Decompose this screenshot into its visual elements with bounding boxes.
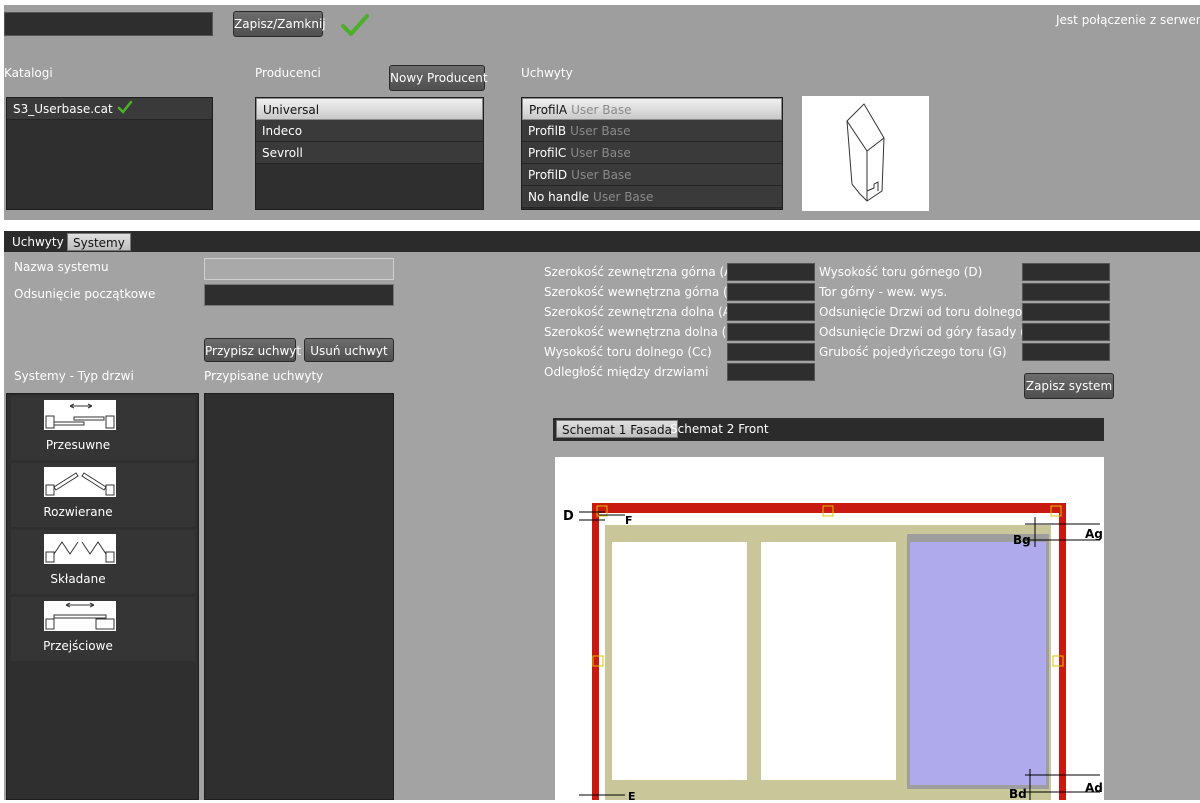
- param-label: Szerokość zewnętrzna górna (Ag): [544, 265, 745, 279]
- list-item[interactable]: Universal: [256, 98, 483, 120]
- tab-systems[interactable]: Systemy: [67, 233, 131, 251]
- param-label: Wysokość toru górnego (D): [819, 265, 983, 279]
- hinged-door-icon: [44, 467, 116, 497]
- param-label: Szerokość wewnętrzna górna (Bg): [544, 285, 749, 299]
- producers-list: Universal Indeco Sevroll: [255, 97, 484, 210]
- handle-source: User Base: [570, 146, 631, 160]
- assign-handle-button[interactable]: Przypisz uchwyt: [204, 338, 301, 362]
- tab-schema-facade[interactable]: Schemat 1 Fasada: [556, 420, 678, 438]
- param-input[interactable]: [1022, 263, 1110, 281]
- param-input[interactable]: [1022, 283, 1110, 301]
- system-item-passage[interactable]: Przejściowe: [11, 597, 195, 661]
- handle-name: No handle: [528, 190, 590, 204]
- door-panel-1: [612, 542, 747, 780]
- passage-door-icon: [44, 601, 116, 631]
- handle-source: User Base: [571, 103, 632, 117]
- schema-tab-strip: Schemat 1 Fasada Schemat 2 Front: [553, 418, 1104, 441]
- new-producer-button[interactable]: Nowy Producent: [389, 65, 488, 91]
- handle-name: ProfilD: [528, 168, 568, 182]
- system-item-folding[interactable]: Składane: [11, 530, 195, 594]
- handle-source: User Base: [570, 124, 631, 138]
- tab-schema-front[interactable]: Schemat 2 Front: [665, 420, 774, 438]
- catalogs-label: Katalogi: [4, 66, 53, 80]
- door-panel-2: [761, 542, 896, 780]
- schema-diagram: D F Bg Ag Bd Ad E: [555, 457, 1104, 803]
- param-label: Tor górny - wew. wys.: [819, 285, 948, 299]
- system-item-hinged[interactable]: Rozwierane: [11, 463, 195, 527]
- list-item[interactable]: ProfilA User Base: [522, 98, 782, 120]
- list-item[interactable]: ProfilD User Base: [522, 164, 782, 186]
- sliding-door-icon: [44, 400, 116, 430]
- tab-handles[interactable]: Uchwyty: [7, 233, 69, 251]
- catalogs-list: S3_Userbase.cat: [6, 97, 213, 210]
- param-label: Odsunięcie Drzwi od toru dolnego (E): [819, 305, 1043, 319]
- param-input[interactable]: [727, 323, 815, 341]
- param-input[interactable]: [1022, 343, 1110, 361]
- list-item[interactable]: No handle User Base: [522, 186, 782, 208]
- system-item-sliding[interactable]: Przesuwne: [11, 396, 195, 460]
- dimension-label-d: D: [563, 509, 574, 524]
- handle-source: User Base: [593, 190, 654, 204]
- assigned-handles-label: Przypisane uchwyty: [204, 369, 324, 383]
- catalog-name: S3_Userbase.cat: [13, 102, 113, 116]
- dimension-label-ag: Ag: [1085, 527, 1103, 541]
- systems-panel: Uchwyty Systemy Nazwa systemu Odsunięcie…: [4, 231, 1200, 803]
- handle-name: ProfilC: [528, 146, 567, 160]
- list-item[interactable]: S3_Userbase.cat: [7, 98, 212, 120]
- connection-status: Jest połączenie z serwerem: [1056, 13, 1200, 27]
- save-system-button[interactable]: Zapisz system: [1024, 373, 1114, 399]
- handle-name: ProfilA: [529, 103, 568, 117]
- catalog-panel: Zapisz/Zamknij Jest połączenie z serwere…: [4, 5, 1200, 220]
- list-item[interactable]: ProfilB User Base: [522, 120, 782, 142]
- check-icon: [117, 99, 133, 121]
- param-input[interactable]: [727, 263, 815, 281]
- assigned-handles-list[interactable]: [204, 393, 394, 800]
- list-item[interactable]: Indeco: [256, 120, 483, 142]
- handles-label: Uchwyty: [521, 66, 573, 80]
- param-label: Szerokość zewnętrzna dolna (Ad): [544, 305, 744, 319]
- param-label: Odległość między drzwiami: [544, 365, 709, 379]
- producers-label: Producenci: [255, 66, 321, 80]
- dimension-label-ad: Ad: [1085, 781, 1103, 795]
- list-item[interactable]: ProfilC User Base: [522, 142, 782, 164]
- start-offset-input[interactable]: [204, 284, 394, 306]
- search-input[interactable]: [4, 12, 213, 36]
- systems-list: Przesuwne Rozwierane Składane Przejściow…: [6, 393, 199, 800]
- system-name: Przesuwne: [45, 438, 111, 452]
- handle-source: User Base: [571, 168, 632, 182]
- system-name-label: Nazwa systemu: [14, 260, 109, 274]
- systems-door-type-label: Systemy - Typ drzwi: [14, 369, 134, 383]
- dimension-label-f: F: [625, 514, 633, 527]
- param-input[interactable]: [727, 283, 815, 301]
- start-offset-label: Odsunięcie początkowe: [14, 287, 156, 301]
- param-label: Odsunięcie Drzwi od góry fasady (F): [819, 325, 1037, 339]
- param-input[interactable]: [1022, 323, 1110, 341]
- save-close-button[interactable]: Zapisz/Zamknij: [233, 11, 326, 37]
- system-name: Składane: [50, 572, 106, 586]
- handles-list: ProfilA User Base ProfilB User Base Profil…: [521, 97, 783, 210]
- param-label: Szerokość wewnętrzna dolna (Bd): [544, 325, 747, 339]
- system-name: Rozwierane: [43, 505, 113, 519]
- tab-strip: Uchwyty Systemy: [4, 231, 1200, 252]
- param-label: Wysokość toru dolnego (Cc): [544, 345, 712, 359]
- param-label: Grubość pojedyńczego toru (G): [819, 345, 1007, 359]
- folding-door-icon: [44, 534, 116, 564]
- remove-handle-button[interactable]: Usuń uchwyt: [304, 338, 394, 362]
- dimension-label-bg: Bg: [1013, 533, 1031, 547]
- param-input[interactable]: [727, 363, 815, 381]
- system-name-input[interactable]: [204, 258, 394, 280]
- system-name: Przejściowe: [43, 639, 113, 653]
- list-item[interactable]: Sevroll: [256, 142, 483, 164]
- door-panel-3-fill: [910, 542, 1046, 785]
- param-input[interactable]: [727, 303, 815, 321]
- dimension-label-bd: Bd: [1009, 787, 1027, 800]
- param-input[interactable]: [1022, 303, 1110, 321]
- dimension-label-e: E: [628, 790, 636, 800]
- handle-name: ProfilB: [528, 124, 567, 138]
- check-icon: [340, 11, 370, 42]
- param-input[interactable]: [727, 343, 815, 361]
- handle-preview-image: [802, 96, 929, 211]
